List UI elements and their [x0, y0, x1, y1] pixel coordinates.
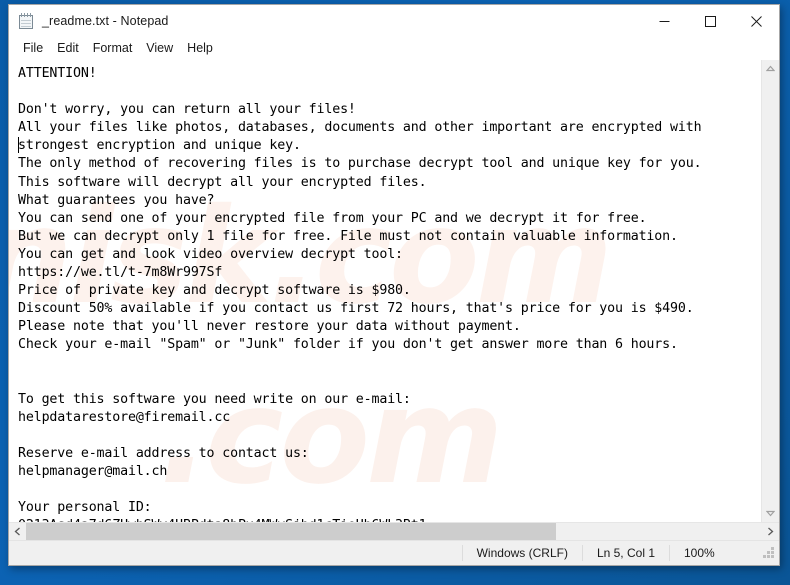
minimize-icon — [659, 20, 669, 22]
menu-item-file[interactable]: File — [16, 40, 50, 57]
scroll-left-icon[interactable] — [9, 523, 26, 540]
resize-grip-icon[interactable] — [762, 546, 776, 560]
menu-item-format[interactable]: Format — [86, 40, 140, 57]
menu-item-view[interactable]: View — [139, 40, 180, 57]
text-editor[interactable]: nisk.com .com ATTENTION! Don't worry, yo… — [9, 60, 761, 522]
scroll-up-icon[interactable] — [762, 60, 779, 77]
editor-area: nisk.com .com ATTENTION! Don't worry, yo… — [9, 59, 779, 522]
title-bar-left: _readme.txt - Notepad — [9, 12, 641, 30]
menu-item-edit[interactable]: Edit — [50, 40, 86, 57]
notepad-window: _readme.txt - Notepad File Edit Format V… — [8, 4, 780, 566]
notepad-icon — [18, 12, 35, 30]
document-text: ATTENTION! Don't worry, you can return a… — [18, 66, 702, 522]
status-zoom[interactable]: 100% — [669, 545, 756, 561]
minimize-button[interactable] — [641, 5, 687, 37]
status-bar: Windows (CRLF) Ln 5, Col 1 100% — [9, 540, 779, 565]
vertical-scrollbar[interactable] — [761, 60, 779, 522]
title-bar[interactable]: _readme.txt - Notepad — [9, 5, 779, 37]
text-caret — [18, 137, 19, 153]
horizontal-scrollbar[interactable] — [9, 522, 779, 540]
close-icon — [750, 15, 762, 27]
window-title: _readme.txt - Notepad — [42, 14, 169, 28]
horizontal-scroll-thumb[interactable] — [26, 523, 556, 540]
menu-item-help[interactable]: Help — [180, 40, 220, 57]
maximize-button[interactable] — [687, 5, 733, 37]
scroll-down-icon[interactable] — [762, 505, 779, 522]
status-line-ending[interactable]: Windows (CRLF) — [461, 545, 582, 561]
menu-bar: File Edit Format View Help — [9, 37, 779, 59]
horizontal-scroll-track[interactable] — [26, 523, 762, 540]
status-cursor-position[interactable]: Ln 5, Col 1 — [581, 545, 669, 561]
maximize-icon — [704, 15, 716, 27]
scroll-right-icon[interactable] — [762, 523, 779, 540]
close-button[interactable] — [733, 5, 779, 37]
window-controls — [641, 5, 779, 37]
